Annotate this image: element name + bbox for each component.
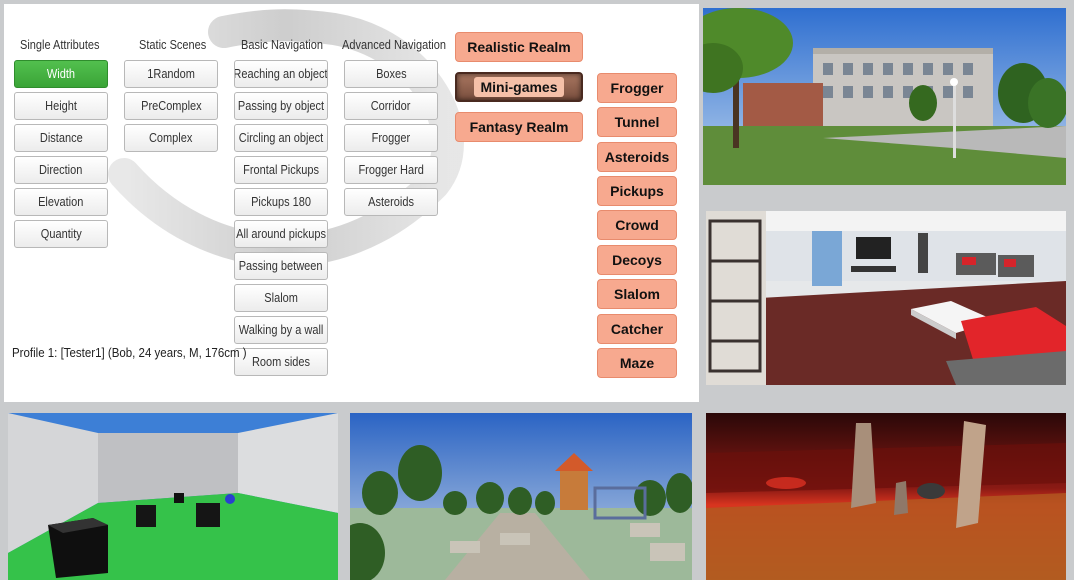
minigame-asteroids-button[interactable]: Asteroids [597, 142, 677, 172]
scene-button-complex[interactable]: Complex [124, 124, 218, 152]
adv-nav-asteroids[interactable]: Asteroids [344, 188, 438, 216]
menu-panel: Single Attributes Static Scenes Basic Na… [4, 4, 699, 402]
adv-nav-frogger-hard[interactable]: Frogger Hard [344, 156, 438, 184]
campus-scene-image [703, 8, 1066, 185]
minigame-tunnel-button[interactable]: Tunnel [597, 107, 677, 137]
minigame-slalom-button[interactable]: Slalom [597, 279, 677, 309]
basic-nav-walking-by-wall[interactable]: Walking by a wall [234, 316, 328, 344]
attr-button-width[interactable]: Width [14, 60, 108, 88]
attr-button-direction[interactable]: Direction [14, 156, 108, 184]
basic-nav-circling-object[interactable]: Circling an object [234, 124, 328, 152]
basic-nav-slalom[interactable]: Slalom [234, 284, 328, 312]
profile-label: Profile 1: [Tester1] (Bob, 24 years, M, … [12, 346, 247, 360]
realistic-realm-button[interactable]: Realistic Realm [455, 32, 583, 62]
scene-button-precomplex[interactable]: PreComplex [124, 92, 218, 120]
living-room-scene-image [706, 211, 1066, 385]
box-room-scene-image [8, 413, 338, 580]
minigame-crowd-button[interactable]: Crowd [597, 210, 677, 240]
attr-button-elevation[interactable]: Elevation [14, 188, 108, 216]
header-static-scenes: Static Scenes [139, 38, 207, 52]
minigame-catcher-button[interactable]: Catcher [597, 314, 677, 344]
basic-nav-pickups-180[interactable]: Pickups 180 [234, 188, 328, 216]
attr-button-height[interactable]: Height [14, 92, 108, 120]
minigame-frogger-button[interactable]: Frogger [597, 73, 677, 103]
fantasy-realm-button[interactable]: Fantasy Realm [455, 112, 583, 142]
basic-nav-room-sides[interactable]: Room sides [234, 348, 328, 376]
basic-nav-frontal-pickups[interactable]: Frontal Pickups [234, 156, 328, 184]
basic-nav-passing-by-object[interactable]: Passing by object [234, 92, 328, 120]
minigame-decoys-button[interactable]: Decoys [597, 245, 677, 275]
minigame-maze-button[interactable]: Maze [597, 348, 677, 378]
basic-nav-passing-between[interactable]: Passing between [234, 252, 328, 280]
header-advanced-navigation: Advanced Navigation [342, 38, 446, 52]
attr-button-quantity[interactable]: Quantity [14, 220, 108, 248]
minigame-pickups-button[interactable]: Pickups [597, 176, 677, 206]
basic-nav-all-around-pickups[interactable]: All around pickups [234, 220, 328, 248]
adv-nav-corridor[interactable]: Corridor [344, 92, 438, 120]
adv-nav-frogger[interactable]: Frogger [344, 124, 438, 152]
adv-nav-boxes[interactable]: Boxes [344, 60, 438, 88]
mini-games-button[interactable]: Mini-games [455, 72, 583, 102]
scene-button-1random[interactable]: 1Random [124, 60, 218, 88]
attr-button-distance[interactable]: Distance [14, 124, 108, 152]
fantasy-scene-image [706, 413, 1066, 580]
basic-nav-reaching-object[interactable]: Reaching an object [234, 60, 328, 88]
header-single-attributes: Single Attributes [20, 38, 100, 52]
park-scene-image [350, 413, 692, 580]
header-basic-navigation: Basic Navigation [241, 38, 323, 52]
